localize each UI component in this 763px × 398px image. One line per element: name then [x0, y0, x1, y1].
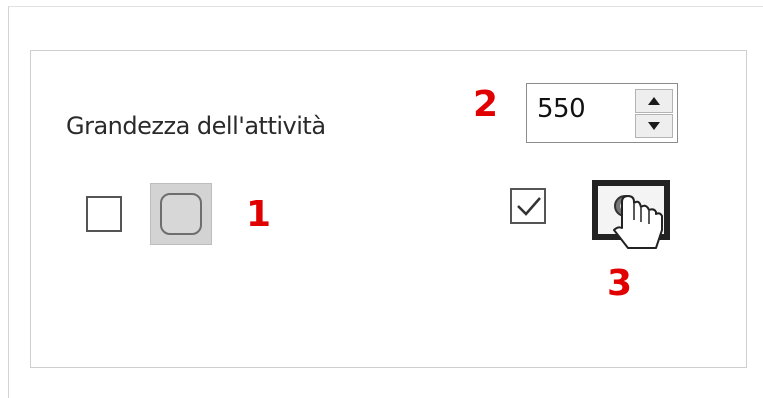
rounded-square-icon — [160, 193, 202, 235]
square-shape-checkbox[interactable] — [86, 196, 122, 232]
annotation-marker-3: 3 — [607, 263, 633, 304]
triangle-up-icon — [648, 97, 660, 105]
activity-size-spinbox[interactable]: 550 — [526, 83, 678, 143]
activity-size-value[interactable]: 550 — [537, 94, 586, 124]
annotation-marker-1: 1 — [246, 194, 272, 235]
spin-down-button[interactable] — [635, 114, 673, 138]
rounded-shape-toggle-button[interactable] — [150, 183, 212, 245]
triangle-down-icon — [648, 122, 660, 130]
spin-up-button[interactable] — [635, 89, 673, 113]
touch-mode-checkbox[interactable] — [510, 188, 546, 224]
dialog-canvas: Grandezza dell'attività 550 1 2 3 — [0, 0, 763, 398]
activity-size-label: Grandezza dell'attività — [66, 112, 326, 140]
touch-mode-toggle-button[interactable] — [592, 180, 670, 249]
checkmark-icon — [517, 197, 541, 216]
annotation-marker-2: 2 — [473, 84, 499, 125]
